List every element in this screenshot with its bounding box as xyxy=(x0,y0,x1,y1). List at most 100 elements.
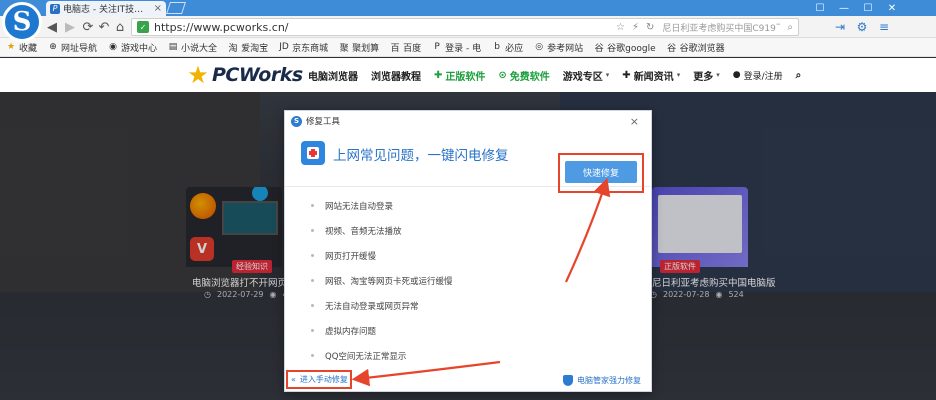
bookmark-item[interactable]: 谷谷歌浏览器 xyxy=(667,41,725,54)
browser-logo[interactable]: S xyxy=(2,2,42,42)
dialog-heading: 上网常见问题，一键闪电修复 xyxy=(333,148,509,164)
site-header: ★ PCWorks 电脑浏览器 浏览器教程 ✚ 正版软件 ⊙ 免费软件 游戏专区 ▾ ✚ 新闻资讯… xyxy=(0,58,936,92)
first-aid-kit-icon xyxy=(301,141,325,165)
chevron-down-icon: ▾ xyxy=(716,71,720,79)
bookmark-favicon-icon: 聚 xyxy=(339,43,349,54)
bookmark-favicon-icon: 百 xyxy=(390,43,400,54)
issue-item: 无法自动登录或网页异常 xyxy=(311,293,611,318)
home-icon[interactable]: ⌂ xyxy=(112,19,128,35)
browser-tab-bar: P 电脑志 - 关注IT技术、实 × ☐ — ☐ ✕ xyxy=(0,0,936,16)
browser-tab[interactable]: P 电脑志 - 关注IT技术、实 × xyxy=(46,1,166,16)
nav-item-label: 免费软件 xyxy=(509,71,550,83)
tab-close-icon[interactable]: × xyxy=(154,3,162,14)
site-nav-item[interactable]: 浏览器教程 xyxy=(371,68,421,83)
site-nav-item[interactable]: ✚ 新闻资讯 ▾ xyxy=(622,68,680,83)
bookmark-favicon-icon: 淘 xyxy=(228,43,238,54)
issue-label: 网页打开缓慢 xyxy=(325,251,377,262)
bookmark-label: 参考网站 xyxy=(547,43,584,54)
flash-icon[interactable]: ⚡ xyxy=(632,22,639,33)
maximize-icon[interactable]: ☐ xyxy=(856,0,880,16)
issue-item: 网银、淘宝等网页卡死或运行缓慢 xyxy=(311,268,611,293)
bookmark-label: 小说大全 xyxy=(181,43,218,54)
undo-close-icon[interactable]: ↶ xyxy=(96,19,112,35)
bookmark-star-icon[interactable]: ☆ xyxy=(616,22,625,33)
settings-icon[interactable]: ⚙ xyxy=(854,19,870,35)
site-nav-item[interactable]: ✚ 正版软件 xyxy=(434,68,485,83)
issue-item: 网页打开缓慢 xyxy=(311,243,611,268)
close-icon[interactable]: × xyxy=(630,115,639,128)
bookmark-item[interactable]: b 必应 xyxy=(492,41,523,54)
tab-favicon-icon: P xyxy=(50,3,60,14)
site-logo-text: PCWorks xyxy=(212,64,303,86)
bookmark-favicon-icon: b xyxy=(494,42,500,52)
address-bar: ◀ ▶ ⟳ ↶ ⌂ ✓ https://www.pcworks.cn/ ☆ ⚡ … xyxy=(0,16,936,38)
bookmark-item[interactable]: ⊕ 网址导航 xyxy=(48,41,97,54)
window-mode-icon[interactable]: ☐ xyxy=(808,0,832,16)
bookmark-item[interactable]: ◉ 游戏中心 xyxy=(108,41,157,54)
forward-icon[interactable]: ▶ xyxy=(62,19,78,35)
bookmark-label: 谷歌google xyxy=(607,43,656,54)
issue-item: 虚拟内存问题 xyxy=(311,318,611,343)
bookmark-favicon-icon: P xyxy=(434,42,440,52)
new-tab-button[interactable] xyxy=(166,2,186,14)
close-window-icon[interactable]: ✕ xyxy=(880,0,904,16)
window-controls: ☐ — ☐ ✕ xyxy=(808,0,904,16)
reload-small-icon[interactable]: ↻ xyxy=(646,22,654,33)
minimize-icon[interactable]: — xyxy=(832,0,856,16)
site-nav-item[interactable]: 更多 ▾ xyxy=(693,68,720,83)
bookmark-label: 京东商城 xyxy=(292,43,329,54)
url-text[interactable]: https://www.pcworks.cn/ xyxy=(154,21,609,34)
search-hint[interactable]: 尼日利亚考虑购买中国C919飞机 xyxy=(662,21,780,34)
nav-item-icon: ✚ xyxy=(622,69,631,81)
issue-label: 无法自动登录或网页异常 xyxy=(325,301,419,312)
bookmark-label: 百度 xyxy=(403,43,422,54)
nav-item-label: 新闻资讯 xyxy=(633,71,674,83)
secure-shield-icon: ✓ xyxy=(137,21,149,33)
dialog-header: 上网常见问题，一键闪电修复 快速修复 xyxy=(285,131,651,193)
search-icon[interactable]: ⌕ xyxy=(796,70,802,81)
site-nav-item[interactable]: 电脑浏览器 xyxy=(308,68,358,83)
site-nav-item[interactable]: 游戏专区 ▾ xyxy=(563,68,610,83)
bookmark-item[interactable]: 淘爱淘宝 xyxy=(228,41,269,54)
back-icon[interactable]: ◀ xyxy=(44,19,60,35)
bullet-icon xyxy=(311,229,314,232)
menu-icon[interactable]: ≡ xyxy=(876,19,892,35)
bookmark-label: 登录 - 电 xyxy=(445,43,482,54)
bookmark-label: 游戏中心 xyxy=(121,43,158,54)
issue-label: 虚拟内存问题 xyxy=(325,326,377,337)
bookmark-item[interactable]: ★ 收藏 xyxy=(6,41,37,54)
nav-item-label: 正版软件 xyxy=(445,71,486,83)
shield-icon xyxy=(563,375,573,386)
app-logo-icon: S xyxy=(291,115,302,127)
toolbar-right: ⇥ ⚙ ≡ xyxy=(832,19,892,35)
double-chevron-left-icon: « xyxy=(291,375,296,384)
bookmark-item[interactable]: ▤ 小说大全 xyxy=(168,41,217,54)
star-icon: ★ xyxy=(6,42,16,52)
site-logo[interactable]: ★ PCWorks xyxy=(186,62,303,88)
issue-label: QQ空间无法正常显示 xyxy=(325,351,407,362)
dialog-title: 修复工具 xyxy=(306,117,341,127)
bullet-icon xyxy=(311,304,314,307)
chevron-down-icon: ▾ xyxy=(605,71,610,79)
url-input[interactable]: ✓ https://www.pcworks.cn/ ☆ ⚡ ↻ 尼日利亚考虑购买… xyxy=(131,18,799,36)
site-nav-item[interactable]: ● 登录/注册 xyxy=(733,69,783,82)
bookmarks-bar: ★ 收藏 ⊕ 网址导航 ◉ 游戏中心 ▤ 小说大全淘爱淘宝 JD 京东商城聚聚划算百百度 P 登录 -… xyxy=(0,38,936,57)
bookmark-item[interactable]: 聚聚划算 xyxy=(339,41,380,54)
site-nav-item[interactable]: ⊙ 免费软件 xyxy=(498,68,549,83)
bookmark-item[interactable]: ◎ 参考网站 xyxy=(534,41,583,54)
bullet-icon xyxy=(311,279,314,282)
quick-fix-button[interactable]: 快速修复 xyxy=(565,161,637,183)
nav-item-label: 电脑浏览器 xyxy=(308,71,358,83)
nav-item-icon: ⊙ xyxy=(498,69,507,81)
bookmark-item[interactable]: 谷谷歌google xyxy=(594,41,656,54)
manual-fix-link[interactable]: « 进入手动修复 xyxy=(291,374,348,385)
bookmark-item[interactable]: JD 京东商城 xyxy=(279,41,328,54)
tab-title: 电脑志 - 关注IT技术、实 xyxy=(63,5,151,15)
login-icon[interactable]: ⇥ xyxy=(832,19,848,35)
bookmark-item[interactable]: 百百度 xyxy=(390,41,422,54)
bullet-icon xyxy=(311,204,314,207)
search-icon[interactable]: ⌕ xyxy=(787,22,793,33)
bookmark-item[interactable]: P 登录 - 电 xyxy=(432,41,481,54)
refresh-icon[interactable]: ⟳ xyxy=(80,19,96,35)
guard-fix-link[interactable]: 电脑管家强力修复 xyxy=(563,375,641,386)
